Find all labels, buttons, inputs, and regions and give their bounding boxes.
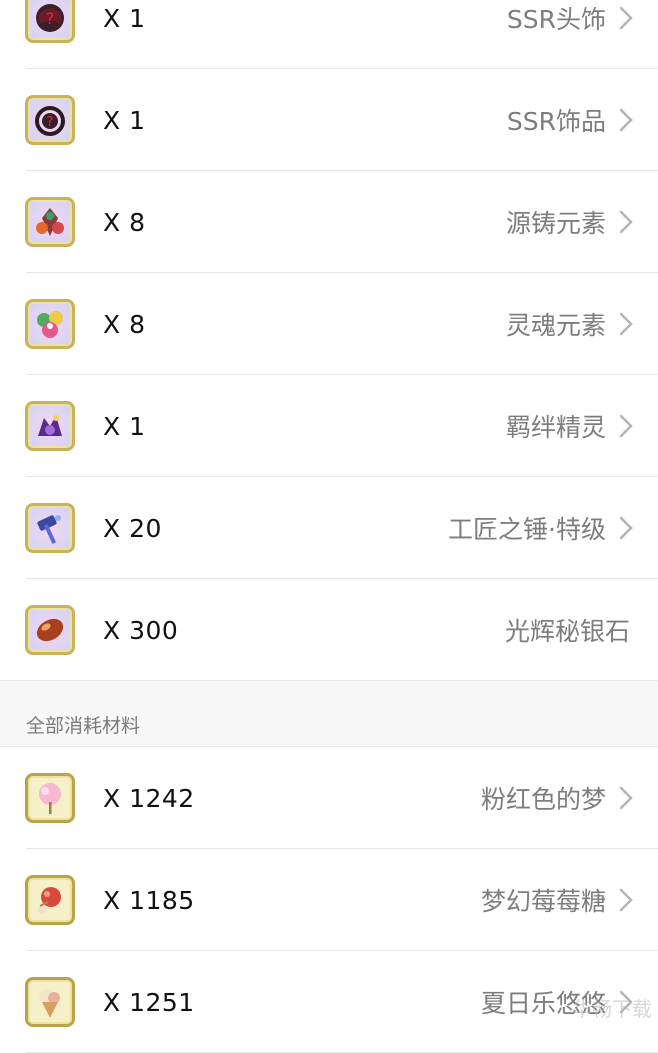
list-item[interactable]: X 8 灵魂元素	[0, 273, 658, 375]
mithril-stone-icon	[25, 605, 75, 655]
watermark: 华畅下载	[572, 993, 652, 1022]
item-quantity: X 20	[103, 514, 162, 543]
list-item[interactable]: X 20 工匠之锤·特级	[0, 477, 658, 579]
chevron-right-icon	[618, 209, 634, 235]
chevron-right-icon	[618, 887, 634, 913]
list-item[interactable]: X 1 羁绊精灵	[0, 375, 658, 477]
section-title: 全部消耗材料	[26, 711, 140, 738]
item-quantity: X 1185	[103, 886, 195, 915]
item-quantity: X 1242	[103, 784, 195, 813]
list-item[interactable]: X 1242 粉红色的梦	[0, 747, 658, 849]
item-name: SSR饰品	[507, 102, 606, 138]
list-item[interactable]: X 1251 夏日乐悠悠	[0, 951, 658, 1053]
craftsman-hammer-icon	[25, 503, 75, 553]
item-name: SSR头饰	[507, 0, 606, 36]
reward-list: ? X 1 SSR头饰 ? X 1 SSR饰品 X 8 源铸元素 X 8 灵魂元…	[0, 0, 658, 1053]
item-quantity: X 1251	[103, 988, 195, 1017]
soul-element-icon	[25, 299, 75, 349]
item-name: 灵魂元素	[506, 306, 606, 342]
chevron-right-icon	[618, 515, 634, 541]
chevron-right-icon	[618, 785, 634, 811]
list-item[interactable]: ? X 1 SSR饰品	[0, 69, 658, 171]
cotton-candy-icon	[25, 773, 75, 823]
chevron-right-icon	[618, 413, 634, 439]
list-item[interactable]: X 1185 梦幻莓莓糖	[0, 849, 658, 951]
mystery-headgear-icon: ?	[25, 0, 75, 43]
chevron-right-icon	[618, 107, 634, 133]
chevron-right-icon	[618, 5, 634, 31]
forge-element-icon	[25, 197, 75, 247]
list-item[interactable]: X 8 源铸元素	[0, 171, 658, 273]
item-quantity: X 1	[103, 412, 145, 441]
ice-cream-icon	[25, 977, 75, 1027]
item-quantity: X 1	[103, 4, 145, 33]
item-quantity: X 8	[103, 310, 145, 339]
item-name: 光辉秘银石	[505, 612, 630, 648]
item-name: 羁绊精灵	[506, 408, 606, 444]
item-name: 工匠之锤·特级	[448, 510, 606, 546]
list-item[interactable]: ? X 1 SSR头饰	[0, 0, 658, 69]
mystery-accessory-icon: ?	[25, 95, 75, 145]
bond-spirit-icon	[25, 401, 75, 451]
item-quantity: X 8	[103, 208, 145, 237]
berry-candy-icon	[25, 875, 75, 925]
svg-text:?: ?	[47, 115, 54, 130]
item-name: 源铸元素	[506, 204, 606, 240]
list-item: X 300 光辉秘银石	[0, 579, 658, 681]
item-name: 粉红色的梦	[481, 780, 606, 816]
item-name: 梦幻莓莓糖	[481, 882, 606, 918]
chevron-right-icon	[618, 311, 634, 337]
section-header: 全部消耗材料	[0, 681, 658, 747]
item-quantity: X 1	[103, 106, 145, 135]
item-quantity: X 300	[103, 616, 178, 645]
svg-text:?: ?	[46, 9, 55, 28]
